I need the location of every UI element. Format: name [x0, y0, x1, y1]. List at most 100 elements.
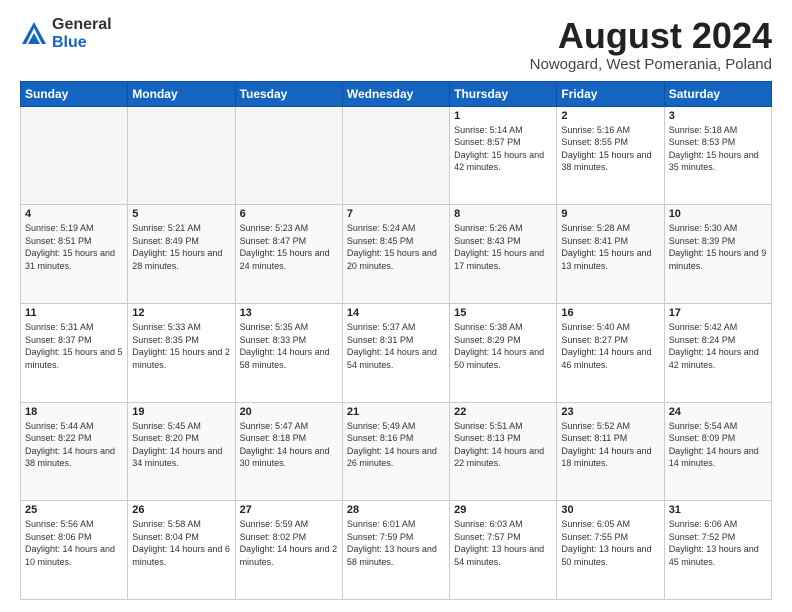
calendar-cell: 29Sunrise: 6:03 AM Sunset: 7:57 PM Dayli… — [450, 501, 557, 600]
header: General Blue August 2024 Nowogard, West … — [20, 16, 772, 73]
day-info: Sunrise: 6:06 AM Sunset: 7:52 PM Dayligh… — [669, 518, 767, 568]
calendar-cell: 24Sunrise: 5:54 AM Sunset: 8:09 PM Dayli… — [664, 402, 771, 501]
calendar-week-2: 4 Sunrise: 5:19 AM Sunset: 8:51 PM Daylig… — [21, 205, 772, 304]
logo-blue-label: Blue — [52, 34, 112, 52]
day-info: Sunrise: 6:01 AM Sunset: 7:59 PM Dayligh… — [347, 518, 445, 568]
day-info: Sunrise: 6:05 AM Sunset: 7:55 PM Dayligh… — [561, 518, 659, 568]
day-info: Sunrise: 5:23 AM Sunset: 8:47 PM Dayligh… — [240, 222, 338, 272]
day-number: 9 — [561, 208, 659, 220]
day-info: Sunrise: 5:54 AM Sunset: 8:09 PM Dayligh… — [669, 420, 767, 470]
calendar-cell: 28 Sunrise: 6:01 AM Sunset: 7:59 PM Dayli… — [342, 501, 449, 600]
day-info: Sunrise: 5:14 AM Sunset: 8:57 PM Dayligh… — [454, 124, 552, 174]
day-number: 20 — [240, 406, 338, 418]
calendar-cell: 10Sunrise: 5:30 AM Sunset: 8:39 PM Dayli… — [664, 205, 771, 304]
calendar-table: SundayMondayTuesdayWednesdayThursdayFrid… — [20, 81, 772, 600]
logo-general-label: General — [52, 16, 112, 34]
calendar-cell: 30 Sunrise: 6:05 AM Sunset: 7:55 PM Dayli… — [557, 501, 664, 600]
day-number: 31 — [669, 504, 767, 516]
day-info: Sunrise: 5:24 AM Sunset: 8:45 PM Dayligh… — [347, 222, 445, 272]
day-info: Sunrise: 5:18 AM Sunset: 8:53 PM Dayligh… — [669, 124, 767, 174]
calendar-cell: 7 Sunrise: 5:24 AM Sunset: 8:45 PM Daylig… — [342, 205, 449, 304]
day-info: Sunrise: 5:16 AM Sunset: 8:55 PM Dayligh… — [561, 124, 659, 174]
calendar-cell: 18 Sunrise: 5:44 AM Sunset: 8:22 PM Dayli… — [21, 402, 128, 501]
day-number: 15 — [454, 307, 552, 319]
day-number: 10 — [669, 208, 767, 220]
main-title: August 2024 — [530, 16, 772, 56]
day-number: 30 — [561, 504, 659, 516]
logo-icon — [20, 20, 48, 48]
calendar-cell: 1 Sunrise: 5:14 AM Sunset: 8:57 PM Daylig… — [450, 106, 557, 205]
calendar-cell: 4 Sunrise: 5:19 AM Sunset: 8:51 PM Daylig… — [21, 205, 128, 304]
day-info: Sunrise: 5:35 AM Sunset: 8:33 PM Dayligh… — [240, 321, 338, 371]
page: General Blue August 2024 Nowogard, West … — [0, 0, 792, 612]
day-number: 29 — [454, 504, 552, 516]
day-info: Sunrise: 5:28 AM Sunset: 8:41 PM Dayligh… — [561, 222, 659, 272]
calendar-week-3: 11 Sunrise: 5:31 AM Sunset: 8:37 PM Dayli… — [21, 303, 772, 402]
weekday-header-tuesday: Tuesday — [235, 81, 342, 106]
calendar-cell: 16 Sunrise: 5:40 AM Sunset: 8:27 PM Dayli… — [557, 303, 664, 402]
calendar-cell: 14 Sunrise: 5:37 AM Sunset: 8:31 PM Dayli… — [342, 303, 449, 402]
day-number: 1 — [454, 110, 552, 122]
day-info: Sunrise: 5:26 AM Sunset: 8:43 PM Dayligh… — [454, 222, 552, 272]
calendar-cell — [128, 106, 235, 205]
calendar-cell: 22Sunrise: 5:51 AM Sunset: 8:13 PM Dayli… — [450, 402, 557, 501]
weekday-header-thursday: Thursday — [450, 81, 557, 106]
calendar-cell: 21Sunrise: 5:49 AM Sunset: 8:16 PM Dayli… — [342, 402, 449, 501]
day-info: Sunrise: 5:45 AM Sunset: 8:20 PM Dayligh… — [132, 420, 230, 470]
day-info: Sunrise: 5:49 AM Sunset: 8:16 PM Dayligh… — [347, 420, 445, 470]
calendar-cell: 3 Sunrise: 5:18 AM Sunset: 8:53 PM Daylig… — [664, 106, 771, 205]
calendar-cell: 31 Sunrise: 6:06 AM Sunset: 7:52 PM Dayli… — [664, 501, 771, 600]
day-number: 16 — [561, 307, 659, 319]
day-number: 6 — [240, 208, 338, 220]
day-info: Sunrise: 5:37 AM Sunset: 8:31 PM Dayligh… — [347, 321, 445, 371]
calendar-cell: 2 Sunrise: 5:16 AM Sunset: 8:55 PM Daylig… — [557, 106, 664, 205]
day-info: Sunrise: 5:21 AM Sunset: 8:49 PM Dayligh… — [132, 222, 230, 272]
calendar-cell: 13Sunrise: 5:35 AM Sunset: 8:33 PM Dayli… — [235, 303, 342, 402]
day-number: 23 — [561, 406, 659, 418]
day-number: 7 — [347, 208, 445, 220]
weekday-header-sunday: Sunday — [21, 81, 128, 106]
day-number: 2 — [561, 110, 659, 122]
day-number: 11 — [25, 307, 123, 319]
logo-text: General Blue — [52, 16, 112, 51]
day-info: Sunrise: 5:47 AM Sunset: 8:18 PM Dayligh… — [240, 420, 338, 470]
calendar-week-1: 1 Sunrise: 5:14 AM Sunset: 8:57 PM Daylig… — [21, 106, 772, 205]
calendar-cell: 11 Sunrise: 5:31 AM Sunset: 8:37 PM Dayli… — [21, 303, 128, 402]
day-info: Sunrise: 5:58 AM Sunset: 8:04 PM Dayligh… — [132, 518, 230, 568]
day-info: Sunrise: 5:19 AM Sunset: 8:51 PM Dayligh… — [25, 222, 123, 272]
day-number: 25 — [25, 504, 123, 516]
day-info: Sunrise: 5:59 AM Sunset: 8:02 PM Dayligh… — [240, 518, 338, 568]
day-number: 12 — [132, 307, 230, 319]
calendar-cell: 6 Sunrise: 5:23 AM Sunset: 8:47 PM Daylig… — [235, 205, 342, 304]
day-info: Sunrise: 5:42 AM Sunset: 8:24 PM Dayligh… — [669, 321, 767, 371]
calendar-cell: 26 Sunrise: 5:58 AM Sunset: 8:04 PM Dayli… — [128, 501, 235, 600]
day-number: 17 — [669, 307, 767, 319]
day-info: Sunrise: 5:40 AM Sunset: 8:27 PM Dayligh… — [561, 321, 659, 371]
calendar-week-5: 25Sunrise: 5:56 AM Sunset: 8:06 PM Dayli… — [21, 501, 772, 600]
calendar-cell: 15 Sunrise: 5:38 AM Sunset: 8:29 PM Dayli… — [450, 303, 557, 402]
day-info: Sunrise: 5:44 AM Sunset: 8:22 PM Dayligh… — [25, 420, 123, 470]
day-number: 5 — [132, 208, 230, 220]
day-number: 26 — [132, 504, 230, 516]
weekday-header-row: SundayMondayTuesdayWednesdayThursdayFrid… — [21, 81, 772, 106]
calendar-cell: 27Sunrise: 5:59 AM Sunset: 8:02 PM Dayli… — [235, 501, 342, 600]
calendar-cell: 19 Sunrise: 5:45 AM Sunset: 8:20 PM Dayli… — [128, 402, 235, 501]
calendar-cell: 5 Sunrise: 5:21 AM Sunset: 8:49 PM Daylig… — [128, 205, 235, 304]
day-number: 3 — [669, 110, 767, 122]
day-number: 18 — [25, 406, 123, 418]
calendar-cell: 9 Sunrise: 5:28 AM Sunset: 8:41 PM Daylig… — [557, 205, 664, 304]
day-number: 28 — [347, 504, 445, 516]
day-number: 8 — [454, 208, 552, 220]
day-info: Sunrise: 5:51 AM Sunset: 8:13 PM Dayligh… — [454, 420, 552, 470]
weekday-header-friday: Friday — [557, 81, 664, 106]
day-number: 4 — [25, 208, 123, 220]
weekday-header-monday: Monday — [128, 81, 235, 106]
day-number: 14 — [347, 307, 445, 319]
day-info: Sunrise: 5:33 AM Sunset: 8:35 PM Dayligh… — [132, 321, 230, 371]
day-info: Sunrise: 5:38 AM Sunset: 8:29 PM Dayligh… — [454, 321, 552, 371]
weekday-header-wednesday: Wednesday — [342, 81, 449, 106]
day-info: Sunrise: 5:52 AM Sunset: 8:11 PM Dayligh… — [561, 420, 659, 470]
day-number: 19 — [132, 406, 230, 418]
subtitle: Nowogard, West Pomerania, Poland — [530, 56, 772, 73]
day-info: Sunrise: 5:31 AM Sunset: 8:37 PM Dayligh… — [25, 321, 123, 371]
